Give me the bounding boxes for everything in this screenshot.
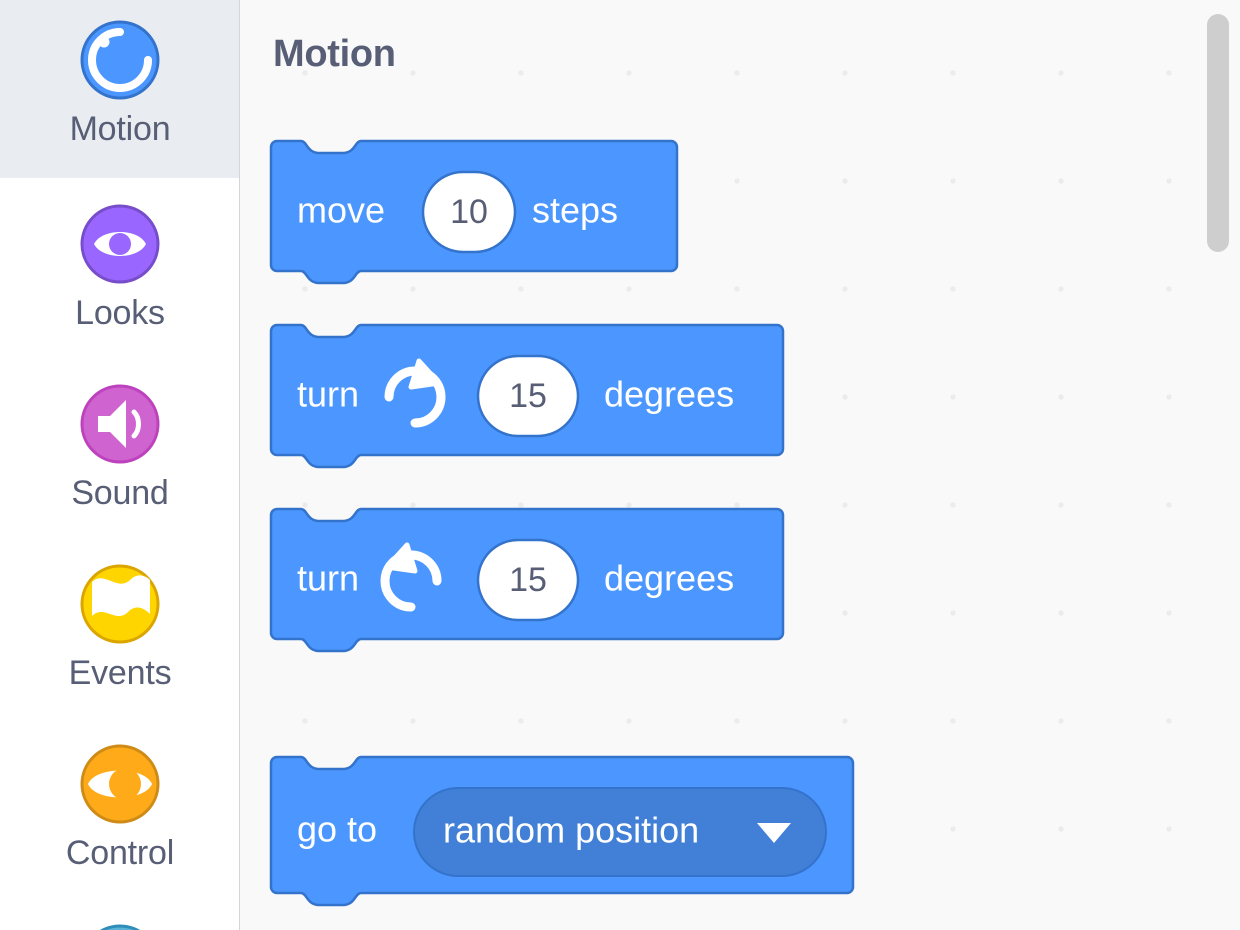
scrollbar-thumb[interactable] — [1207, 14, 1229, 252]
block-label: steps — [532, 190, 618, 231]
go-to-block[interactable]: go to random position — [269, 755, 891, 927]
sidebar-item-sound[interactable]: Sound — [0, 358, 240, 538]
palette-vertical-scrollbar[interactable] — [1207, 0, 1229, 930]
sidebar-item-looks[interactable]: Looks — [0, 178, 240, 358]
sound-category-icon — [80, 384, 160, 464]
sidebar-item-events[interactable]: Events — [0, 538, 240, 718]
input-value: 10 — [450, 193, 488, 231]
steps-number-input[interactable]: 10 — [421, 170, 517, 254]
sidebar-item-label: Events — [68, 654, 172, 692]
degrees-number-input[interactable]: 15 — [476, 538, 580, 622]
input-value: 15 — [509, 377, 547, 415]
move-steps-block[interactable]: move 10 steps — [269, 139, 691, 301]
category-sidebar: Motion Looks Sound Events Control — [0, 0, 240, 930]
block-label: move — [297, 190, 385, 231]
page-title: Motion — [273, 33, 396, 75]
block-label: turn — [297, 374, 359, 415]
block-palette[interactable]: Motion move 10 steps turn 15 degrees tur… — [240, 0, 1240, 930]
sidebar-item-label: Control — [65, 834, 175, 872]
sensing-category-icon — [99, 924, 141, 930]
sidebar-item-label: Sound — [71, 474, 169, 512]
degrees-number-input[interactable]: 15 — [476, 354, 580, 438]
go-to-target-dropdown[interactable]: random position — [413, 787, 827, 877]
control-category-icon — [80, 744, 160, 824]
block-label: turn — [297, 558, 359, 599]
input-value: 15 — [509, 561, 547, 599]
sidebar-item-motion[interactable]: Motion — [0, 0, 240, 178]
sidebar-item-label: Motion — [69, 110, 171, 148]
events-category-icon — [80, 564, 160, 644]
motion-category-icon — [80, 20, 160, 100]
scratch-editor-window: Motion Looks Sound Events Control Motion… — [0, 0, 1240, 930]
block-label: go to — [297, 809, 377, 850]
turn-right-block[interactable]: turn 15 degrees — [269, 323, 811, 485]
sidebar-item-control[interactable]: Control — [0, 718, 240, 898]
sidebar-divider — [239, 0, 240, 930]
dropdown-value: random position — [443, 810, 699, 851]
turn-left-block[interactable]: turn 15 degrees — [269, 507, 811, 669]
block-label: degrees — [604, 374, 734, 415]
looks-category-icon — [80, 204, 160, 284]
sidebar-item-label: Looks — [75, 294, 165, 332]
sidebar-item-sensing[interactable]: Sensing — [0, 898, 240, 930]
block-label: degrees — [604, 558, 734, 599]
